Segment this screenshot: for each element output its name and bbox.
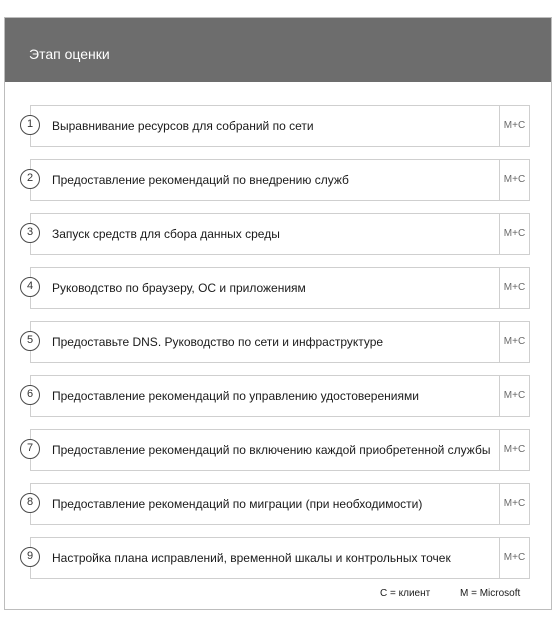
legend-client: C = клиент [380,588,431,599]
step-owner: M+C [499,268,529,308]
step-row: 3 Запуск средств для сбора данных среды … [20,213,530,255]
step-label: Предоставьте DNS. Руководство по сети и … [52,335,384,349]
step-row: 5 Предоставьте DNS. Руководство по сети … [20,321,530,363]
step-number-badge: 5 [20,331,40,351]
panel-title: Этап оценки [29,46,110,62]
step-owner: M+C [499,214,529,254]
assessment-phase-panel: Этап оценки 1 Выравнивание ресурсов для … [4,17,552,610]
step-number-badge: 9 [20,547,40,567]
step-label: Предоставление рекомендаций по миграции … [52,497,423,511]
step-label: Настройка плана исправлений, временной ш… [52,551,451,565]
step-owner: M+C [499,484,529,524]
step-owner: M+C [499,160,529,200]
step-owner: M+C [499,376,529,416]
step-number-badge: 7 [20,439,40,459]
step-label: Предоставление рекомендаций по включению… [52,443,491,457]
step-row: 8 Предоставление рекомендаций по миграци… [20,483,530,525]
step-label: Предоставление рекомендаций по управлени… [52,389,419,403]
step-number-badge: 3 [20,223,40,243]
step-label: Запуск средств для сбора данных среды [52,227,280,241]
legend-microsoft: M = Microsoft [460,588,521,599]
step-number-badge: 8 [20,493,40,513]
step-label: Предоставление рекомендаций по внедрению… [52,173,349,187]
step-row: 1 Выравнивание ресурсов для собраний по … [20,105,530,147]
step-number-badge: 2 [20,169,40,189]
step-number-badge: 1 [20,115,40,135]
step-row: 6 Предоставление рекомендаций по управле… [20,375,530,417]
step-owner: M+C [499,430,529,470]
step-label: Руководство по браузеру, ОС и приложения… [52,281,306,295]
step-number-badge: 6 [20,385,40,405]
step-owner: M+C [499,322,529,362]
step-number-badge: 4 [20,277,40,297]
step-owner: M+C [499,538,529,578]
panel-header: Этап оценки [5,18,551,82]
step-row: 2 Предоставление рекомендаций по внедрен… [20,159,530,201]
step-row: 9 Настройка плана исправлений, временной… [20,537,530,579]
step-label: Выравнивание ресурсов для собраний по се… [52,119,314,133]
step-row: 4 Руководство по браузеру, ОС и приложен… [20,267,530,309]
step-owner: M+C [499,106,529,146]
step-row: 7 Предоставление рекомендаций по включен… [20,429,530,471]
